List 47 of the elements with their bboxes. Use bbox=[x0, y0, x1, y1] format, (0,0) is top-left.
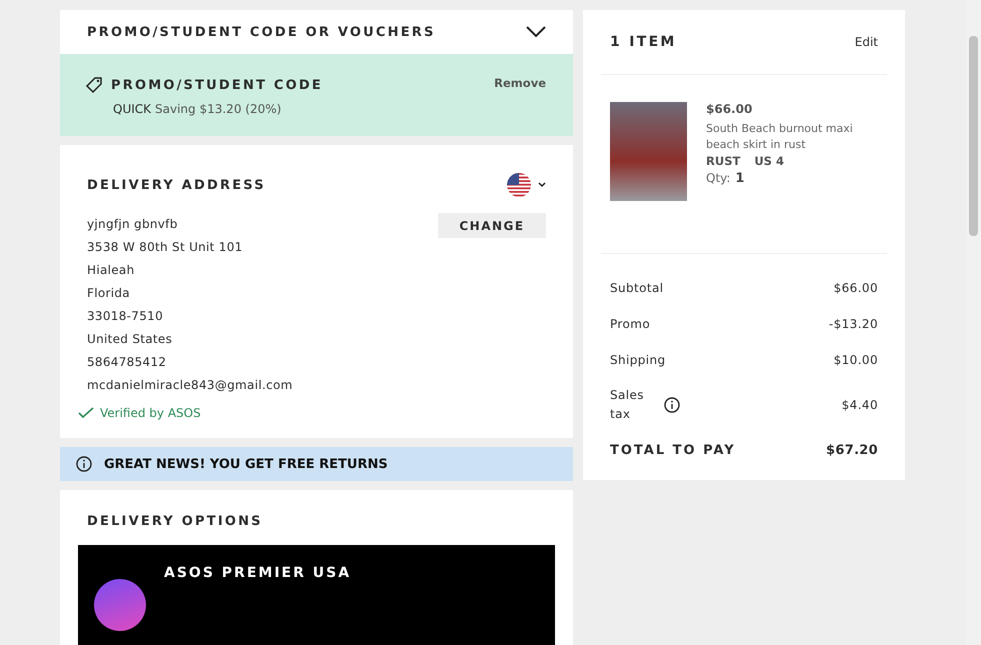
address-line: 33018-7510 bbox=[87, 308, 164, 326]
address-line: Hialeah bbox=[87, 262, 136, 280]
item-price: $66.00 bbox=[706, 102, 754, 116]
chevron-icon[interactable] bbox=[526, 26, 546, 38]
edit-link[interactable]: Edit bbox=[854, 35, 878, 49]
premier-title: ASOS PREMIER USA bbox=[164, 565, 352, 583]
address-line: yjngfjn gbnvfb bbox=[87, 216, 179, 234]
address-line: 3538 W 80th St Unit 101 bbox=[87, 239, 244, 256]
delivery-address-title: DELIVERY ADDRESS bbox=[87, 178, 266, 193]
qty-value: 1 bbox=[735, 171, 744, 186]
total-label: Subtotal bbox=[610, 281, 664, 295]
address-line: United States bbox=[87, 331, 174, 348]
free-returns-text: GREAT NEWS! YOU GET FREE RETURNS bbox=[104, 456, 388, 472]
total-label: Sales tax bbox=[610, 387, 645, 423]
bag-title: 1 ITEM bbox=[610, 34, 677, 50]
total-value: $67.20 bbox=[826, 442, 878, 458]
premier-card[interactable]: ASOS PREMIER USA bbox=[78, 545, 555, 645]
address-line: mcdanielmiracle843@gmail.com bbox=[87, 377, 293, 394]
promo-section-title: PROMO/STUDENT CODE OR VOUCHERS bbox=[87, 24, 436, 40]
verified-text: Verified by ASOS bbox=[100, 406, 201, 420]
total-label: Shipping bbox=[610, 353, 666, 367]
item-name: South Beach burnout maxi beach skirt in rust bbox=[706, 121, 854, 153]
total-value: $10.00 bbox=[834, 353, 878, 367]
flag-icon[interactable] bbox=[507, 173, 531, 198]
tag-icon bbox=[85, 76, 103, 94]
scrollbar-thumb[interactable] bbox=[969, 36, 978, 236]
address-line: Florida bbox=[87, 285, 131, 302]
total-value: $4.40 bbox=[842, 398, 878, 412]
promo-saving: Saving $13.20 (20%) bbox=[155, 102, 282, 116]
address-line: 5864785412 bbox=[87, 354, 168, 372]
total-label: TOTAL TO PAY bbox=[610, 442, 736, 458]
checkmark-icon bbox=[78, 407, 94, 420]
caret-icon[interactable] bbox=[538, 182, 546, 188]
gradient-circle-icon bbox=[94, 579, 146, 631]
total-value: $66.00 bbox=[834, 281, 878, 295]
info-icon[interactable] bbox=[664, 397, 680, 413]
promo-code: QUICK bbox=[113, 102, 152, 116]
change-button[interactable]: CHANGE bbox=[438, 213, 546, 238]
delivery-options-title: DELIVERY OPTIONS bbox=[87, 514, 263, 529]
applied-promo-title: PROMO/STUDENT CODE bbox=[111, 78, 323, 93]
info-icon bbox=[76, 456, 92, 472]
item-size: US 4 bbox=[754, 154, 784, 168]
total-value: -$13.20 bbox=[828, 317, 878, 331]
remove-link[interactable]: Remove bbox=[494, 76, 546, 90]
qty-label: Qty: bbox=[706, 171, 730, 185]
total-label: Promo bbox=[610, 317, 650, 331]
item-colour: RUST bbox=[706, 154, 740, 168]
